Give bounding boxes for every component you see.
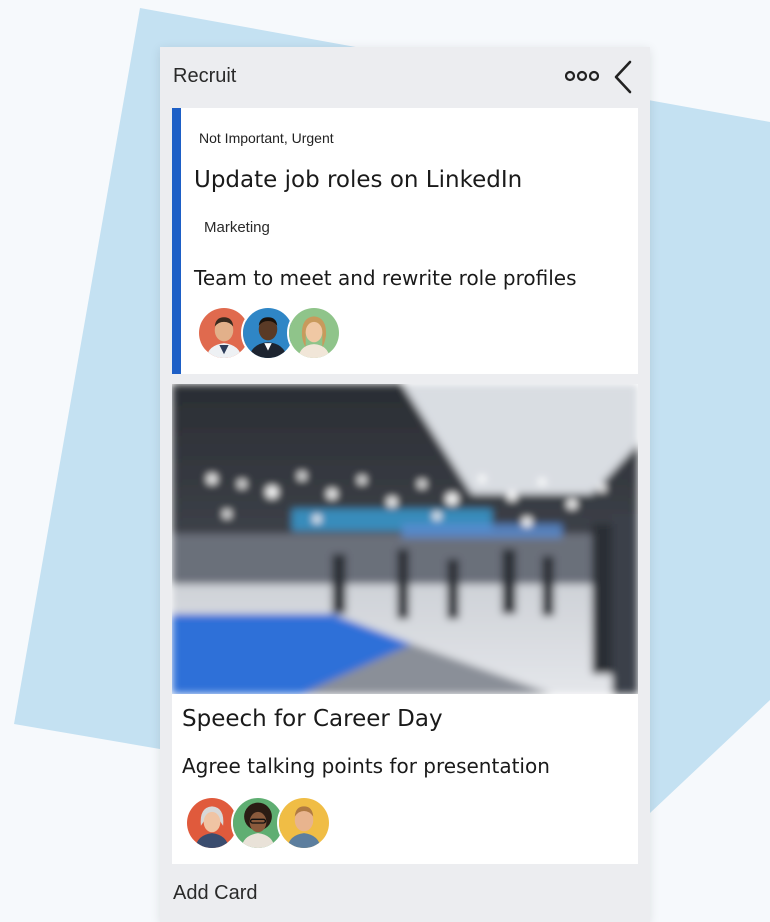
board-title: Recruit (173, 65, 237, 87)
card-description: Agree talking points for presentation (182, 754, 550, 778)
avatar[interactable] (287, 306, 341, 360)
category-label: Marketing (204, 219, 270, 236)
card-priority-accent (172, 108, 181, 374)
ellipsis-icon[interactable] (565, 69, 599, 83)
priority-tag: Not Important, Urgent (199, 130, 334, 146)
card-cover-image (172, 384, 638, 694)
board-panel: Recruit Not Important, Urgent Update job… (160, 47, 650, 922)
card-title: Speech for Career Day (182, 706, 443, 732)
task-card[interactable]: Not Important, Urgent Update job roles o… (172, 108, 638, 374)
chevron-left-icon[interactable] (610, 59, 636, 95)
task-card[interactable]: Speech for Career Day Agree talking poin… (172, 384, 638, 864)
card-title: Update job roles on LinkedIn (194, 167, 523, 193)
card-description: Team to meet and rewrite role profiles (194, 266, 577, 290)
scene: Recruit Not Important, Urgent Update job… (0, 0, 770, 922)
avatar[interactable] (277, 796, 331, 850)
panel-header: Recruit (160, 47, 650, 105)
add-card-button[interactable]: Add Card (173, 882, 258, 905)
